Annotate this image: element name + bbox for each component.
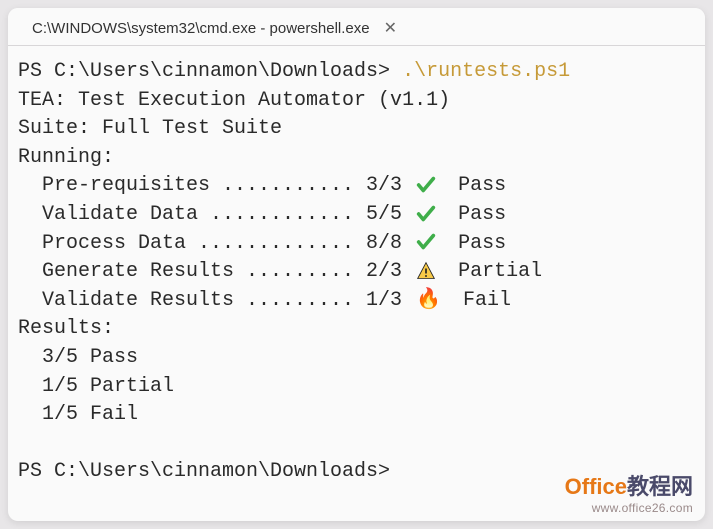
prompt-text: PS C:\Users\cinnamon\Downloads> xyxy=(18,60,402,83)
watermark-brand-left: Office xyxy=(565,474,627,499)
prompt-line-1: PS C:\Users\cinnamon\Downloads> .\runtes… xyxy=(18,58,695,87)
test-row: Generate Results ......... 2/3 Partial xyxy=(18,258,695,287)
output-header-suite: Suite: Full Test Suite xyxy=(18,115,695,144)
blank-line xyxy=(18,430,695,459)
watermark-brand: Office教程网 xyxy=(565,469,693,501)
test-status: Pass xyxy=(446,230,506,259)
fire-icon: 🔥 xyxy=(416,287,441,316)
warning-icon xyxy=(414,258,438,287)
results-label: Results: xyxy=(18,315,695,344)
output-header-tea: TEA: Test Execution Automator (v1.1) xyxy=(18,87,695,116)
watermark-url: www.office26.com xyxy=(565,501,693,515)
test-name: Pre-requisites ........... 3/3 xyxy=(42,172,414,201)
test-status: Pass xyxy=(446,201,506,230)
test-row: Validate Results ......... 1/3 🔥 Fail xyxy=(18,287,695,316)
check-icon xyxy=(414,230,438,259)
terminal-window: C:\WINDOWS\system32\cmd.exe - powershell… xyxy=(8,8,705,521)
test-row: Validate Data ............ 5/5 Pass xyxy=(18,201,695,230)
command-text: .\runtests.ps1 xyxy=(402,60,570,83)
watermark: Office教程网 www.office26.com xyxy=(565,469,693,515)
test-status: Fail xyxy=(451,287,511,316)
output-running-label: Running: xyxy=(18,144,695,173)
test-row: Pre-requisites ........... 3/3 Pass xyxy=(18,172,695,201)
test-name: Generate Results ......... 2/3 xyxy=(42,258,414,287)
test-row: Process Data ............. 8/8 Pass xyxy=(18,230,695,259)
check-icon xyxy=(414,172,438,201)
close-icon[interactable]: ✕ xyxy=(384,21,397,37)
result-line: 1/5 Fail xyxy=(18,401,695,430)
check-icon xyxy=(414,201,438,230)
test-status: Partial xyxy=(446,258,542,287)
tab-bar: C:\WINDOWS\system32\cmd.exe - powershell… xyxy=(8,8,705,46)
watermark-brand-right: 教程网 xyxy=(627,474,693,499)
test-name: Validate Results ......... 1/3 xyxy=(42,287,414,316)
prompt-text: PS C:\Users\cinnamon\Downloads> xyxy=(18,460,402,483)
tab[interactable]: C:\WINDOWS\system32\cmd.exe - powershell… xyxy=(26,14,409,45)
terminal-content[interactable]: PS C:\Users\cinnamon\Downloads> .\runtes… xyxy=(8,46,705,499)
test-name: Process Data ............. 8/8 xyxy=(42,230,414,259)
result-line: 3/5 Pass xyxy=(18,344,695,373)
result-line: 1/5 Partial xyxy=(18,373,695,402)
test-status: Pass xyxy=(446,172,506,201)
test-name: Validate Data ............ 5/5 xyxy=(42,201,414,230)
tab-title: C:\WINDOWS\system32\cmd.exe - powershell… xyxy=(32,20,370,37)
